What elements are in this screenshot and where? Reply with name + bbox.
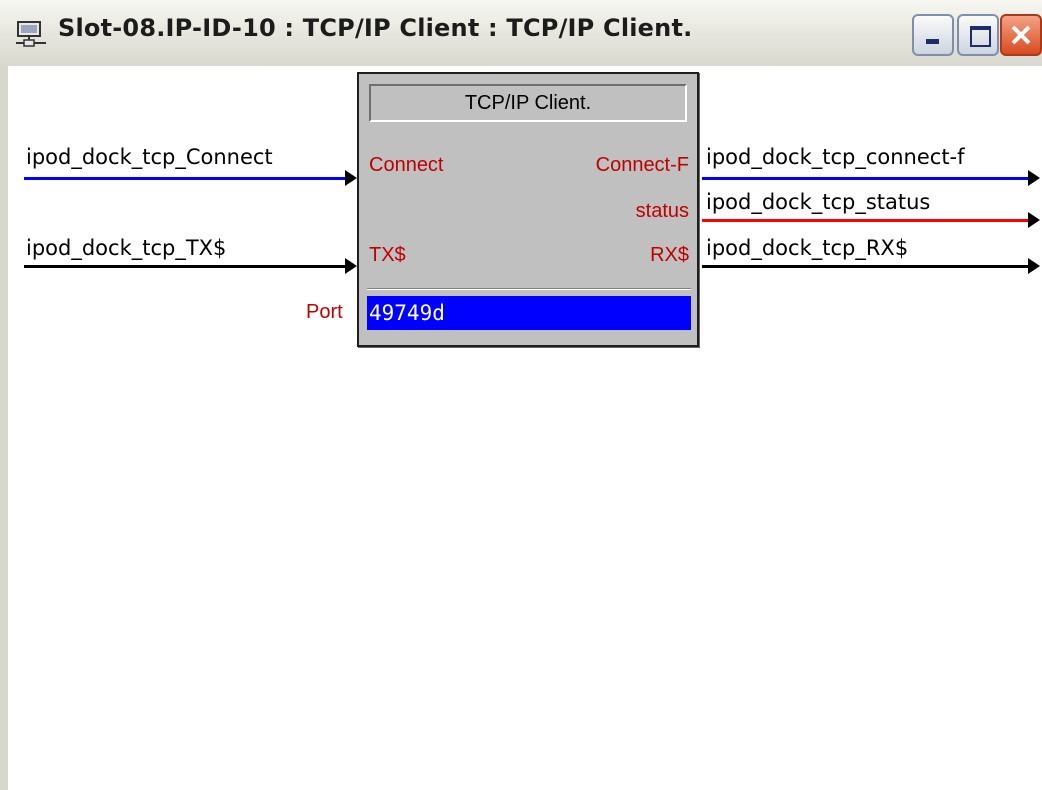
program-window: Slot-08.IP-ID-10 : TCP/IP Client : TCP/I… (0, 0, 1042, 790)
arrow-in-tx (345, 258, 357, 274)
param-label-port: Port (306, 301, 343, 323)
wire-in-tx[interactable] (24, 265, 346, 268)
signal-out-status[interactable]: ipod_dock_tcp_status (706, 190, 930, 214)
wire-out-connect-f[interactable] (702, 177, 1028, 180)
window-frame (0, 66, 8, 790)
maximize-icon (970, 26, 991, 47)
minimize-icon (926, 39, 939, 44)
port-parameter-field[interactable]: 49749d (367, 296, 691, 330)
pin-rx[interactable]: RX$ (650, 244, 689, 267)
signal-in-connect[interactable]: ipod_dock_tcp_Connect (26, 145, 273, 169)
wire-out-rx[interactable] (702, 265, 1028, 268)
wire-in-connect[interactable] (24, 177, 346, 180)
title-bar[interactable]: Slot-08.IP-ID-10 : TCP/IP Client : TCP/I… (0, 0, 1042, 67)
arrow-in-connect (345, 170, 357, 186)
arrow-out-rx (1028, 258, 1040, 274)
wire-out-status[interactable] (702, 219, 1028, 222)
arrow-out-connect-f (1028, 170, 1040, 186)
symbol-title: TCP/IP Client. (369, 84, 687, 122)
pin-connect-f[interactable]: Connect-F (596, 154, 689, 177)
window-title: Slot-08.IP-ID-10 : TCP/IP Client : TCP/I… (58, 14, 693, 42)
param-divider (367, 288, 691, 290)
pin-connect[interactable]: Connect (369, 154, 444, 177)
close-icon (1011, 25, 1031, 45)
pin-tx[interactable]: TX$ (369, 244, 406, 267)
maximize-button[interactable] (957, 14, 999, 56)
minimize-button[interactable] (912, 14, 954, 56)
pin-status[interactable]: status (636, 200, 689, 223)
close-button[interactable] (1000, 14, 1042, 56)
signal-out-connect-f[interactable]: ipod_dock_tcp_connect-f (706, 145, 965, 169)
network-computer-icon (14, 20, 50, 50)
signal-out-rx[interactable]: ipod_dock_tcp_RX$ (706, 236, 908, 260)
arrow-out-status (1028, 212, 1040, 228)
tcp-ip-client-symbol[interactable]: TCP/IP Client. Connect Connect-F status … (357, 72, 699, 347)
signal-in-tx[interactable]: ipod_dock_tcp_TX$ (26, 236, 226, 260)
